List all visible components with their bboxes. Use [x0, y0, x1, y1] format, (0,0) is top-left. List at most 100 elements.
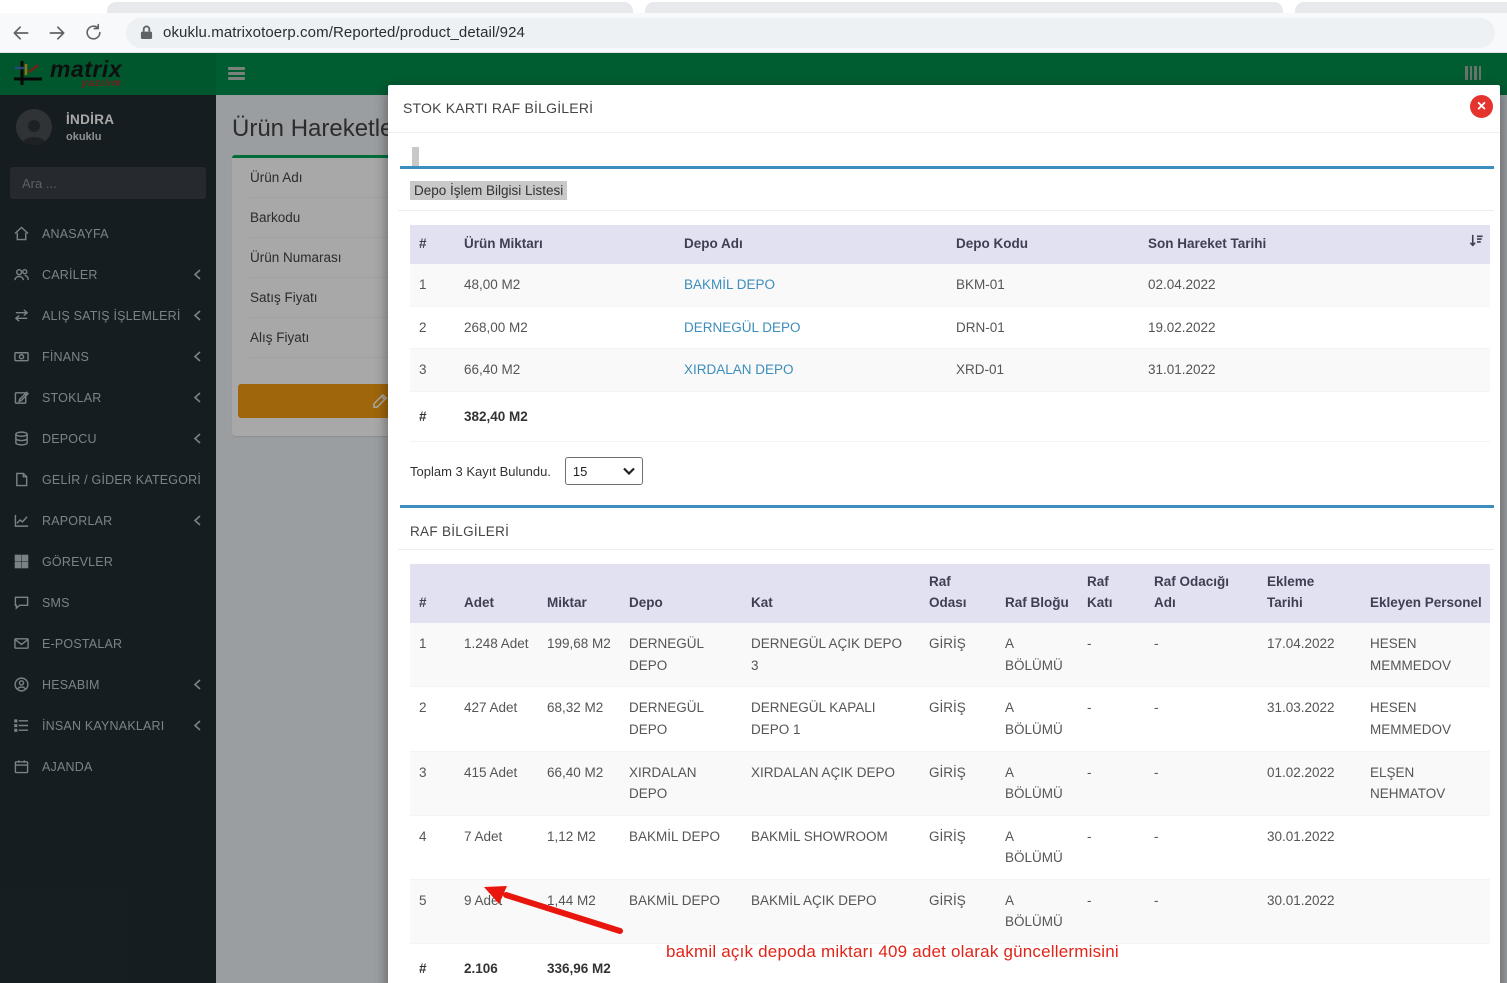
table-cell: - — [1078, 623, 1145, 688]
table-row: 1 48,00 M2 BAKMİL DEPO BKM-01 02.04.2022 — [410, 263, 1490, 307]
table-cell: 01.02.2022 — [1258, 751, 1361, 816]
table-cell: A BÖLÜMÜ — [996, 815, 1078, 880]
table-cell: 68,32 M2 — [538, 686, 620, 752]
table-cell: A BÖLÜMÜ — [996, 879, 1078, 945]
total-cell: # — [410, 943, 455, 983]
annotation-text: bakmil açık depoda miktarı 409 adet olar… — [666, 942, 1119, 961]
browser-toolbar: okuklu.matrixotoerp.com/Reported/product… — [0, 13, 1507, 53]
table-cell: 427 Adet — [455, 686, 538, 752]
table-cell: 268,00 M2 — [455, 306, 675, 350]
back-icon[interactable] — [6, 18, 36, 48]
sort-icon[interactable] — [1460, 225, 1490, 264]
table-cell: XIRDALAN DEPO — [620, 751, 742, 816]
table-cell — [1361, 815, 1490, 880]
divider-blue — [400, 166, 1494, 169]
table-row: 2 427 Adet 68,32 M2 DERNEGÜL DEPO DERNEGÜL K… — [410, 686, 1490, 752]
table-cell: HESEN MEMMEDOV — [1361, 686, 1490, 752]
table-cell: 1,12 M2 — [538, 815, 620, 880]
table-cell: GİRİŞ — [920, 815, 996, 880]
address-bar[interactable]: okuklu.matrixotoerp.com/Reported/product… — [126, 17, 1495, 48]
table-cell — [1460, 306, 1490, 350]
total-cell — [1361, 943, 1490, 983]
table-row: 59 Adet 1,44 M2 BAKMİL DEPO BAKMİL AÇIK DEP… — [410, 879, 1490, 945]
column-header: Ekleme Tarihi — [1258, 564, 1361, 624]
table-cell: XIRDALAN DEPO — [675, 348, 947, 392]
table-cell: 9 Adet — [455, 879, 538, 945]
column-header: # — [410, 564, 455, 624]
column-header: Raf Odacığı Adı — [1145, 564, 1258, 624]
raf-section-label: RAF BİLGİLERİ — [410, 524, 510, 540]
stok-karti-modal: STOK KARTI RAF BİLGİLERİ × Depo İşlem Bi… — [388, 85, 1500, 983]
reload-icon[interactable] — [78, 18, 108, 48]
column-header: Depo Adı — [675, 225, 947, 264]
raf-table: # Adet Miktar Depo Kat Raf Odası Raf Bloğu Raf … — [410, 564, 1490, 983]
browser-tab[interactable] — [645, 2, 1283, 13]
table-cell: XIRDALAN AÇIK DEPO — [742, 751, 920, 816]
depo-link[interactable]: DERNEGÜL DEPO — [684, 320, 801, 335]
table-cell: GİRİŞ — [920, 879, 996, 945]
table-cell: 31.01.2022 — [1139, 348, 1460, 392]
total-cell — [1139, 391, 1460, 443]
depo-link[interactable]: XIRDALAN DEPO — [684, 362, 794, 377]
table-cell: 1 — [410, 623, 455, 688]
total-cell — [1145, 943, 1258, 983]
table-cell: BAKMİL AÇIK DEPO — [742, 879, 920, 945]
table-cell: 199,68 M2 — [538, 623, 620, 688]
table-cell: A BÖLÜMÜ — [996, 751, 1078, 816]
page-size-select[interactable]: 15 — [564, 457, 643, 486]
table-cell: - — [1078, 815, 1145, 880]
column-header: Ürün Miktarı — [455, 225, 675, 264]
table-cell: BAKMİL DEPO — [675, 263, 947, 307]
table-cell: DERNEGÜL DEPO — [675, 306, 947, 350]
browser-tab[interactable] — [107, 2, 633, 13]
table-row: 3 66,40 M2 XIRDALAN DEPO XRD-01 31.01.2022 — [410, 348, 1490, 392]
table-cell: - — [1145, 815, 1258, 880]
table-cell: 2 — [410, 686, 455, 752]
table-cell: 66,40 M2 — [455, 348, 675, 392]
table-cell: - — [1078, 879, 1145, 945]
total-cell: 382,40 M2 — [455, 391, 675, 443]
column-header: Ekleyen Personel — [1361, 564, 1490, 624]
table-cell: DERNEGÜL DEPO — [620, 623, 742, 688]
depo-list-label: Depo İşlem Bilgisi Listesi — [410, 181, 568, 200]
table-cell: 1 — [410, 263, 455, 307]
column-header: # — [410, 225, 455, 264]
table-cell: 1,44 M2 — [538, 879, 620, 945]
table-cell: 1.248 Adet — [455, 623, 538, 688]
table-cell: GİRİŞ — [920, 623, 996, 688]
screen: okuklu.matrixotoerp.com/Reported/product… — [0, 0, 1507, 983]
browser-tab[interactable] — [1295, 2, 1507, 13]
column-header: Raf Odası — [920, 564, 996, 624]
table-total-row: #382,40 M2 — [410, 391, 1490, 443]
total-cell — [675, 391, 947, 443]
resize-handle[interactable] — [412, 147, 419, 166]
table-cell — [1460, 348, 1490, 392]
table-cell: 31.03.2022 — [1258, 686, 1361, 752]
depo-link[interactable]: BAKMİL DEPO — [684, 277, 775, 292]
chevron-down-icon — [623, 467, 635, 476]
close-icon[interactable]: × — [1470, 95, 1493, 118]
table-cell: 415 Adet — [455, 751, 538, 816]
table-cell: - — [1145, 623, 1258, 688]
table-cell: - — [1078, 686, 1145, 752]
table-cell: 48,00 M2 — [455, 263, 675, 307]
total-cell — [1460, 391, 1490, 443]
table-cell: - — [1145, 751, 1258, 816]
column-header: Son Hareket Tarihi — [1139, 225, 1460, 264]
table-cell: 3 — [410, 348, 455, 392]
table-cell: 2 — [410, 306, 455, 350]
divider-blue — [400, 505, 1494, 509]
column-header: Adet — [455, 564, 538, 624]
table-cell: DERNEGÜL DEPO — [620, 686, 742, 752]
table-cell: BAKMİL DEPO — [620, 815, 742, 880]
table-row: 2 268,00 M2 DERNEGÜL DEPO DRN-01 19.02.2022 — [410, 306, 1490, 350]
table-cell: - — [1145, 879, 1258, 945]
total-cell — [1258, 943, 1361, 983]
forward-icon[interactable] — [42, 18, 72, 48]
table-cell: - — [1078, 751, 1145, 816]
column-header: Kat — [742, 564, 920, 624]
divider — [398, 210, 1494, 211]
table-cell: GİRİŞ — [920, 686, 996, 752]
table-cell: - — [1145, 686, 1258, 752]
depo-table: # Ürün Miktarı Depo Adı Depo Kodu Son Hareke… — [410, 225, 1490, 443]
